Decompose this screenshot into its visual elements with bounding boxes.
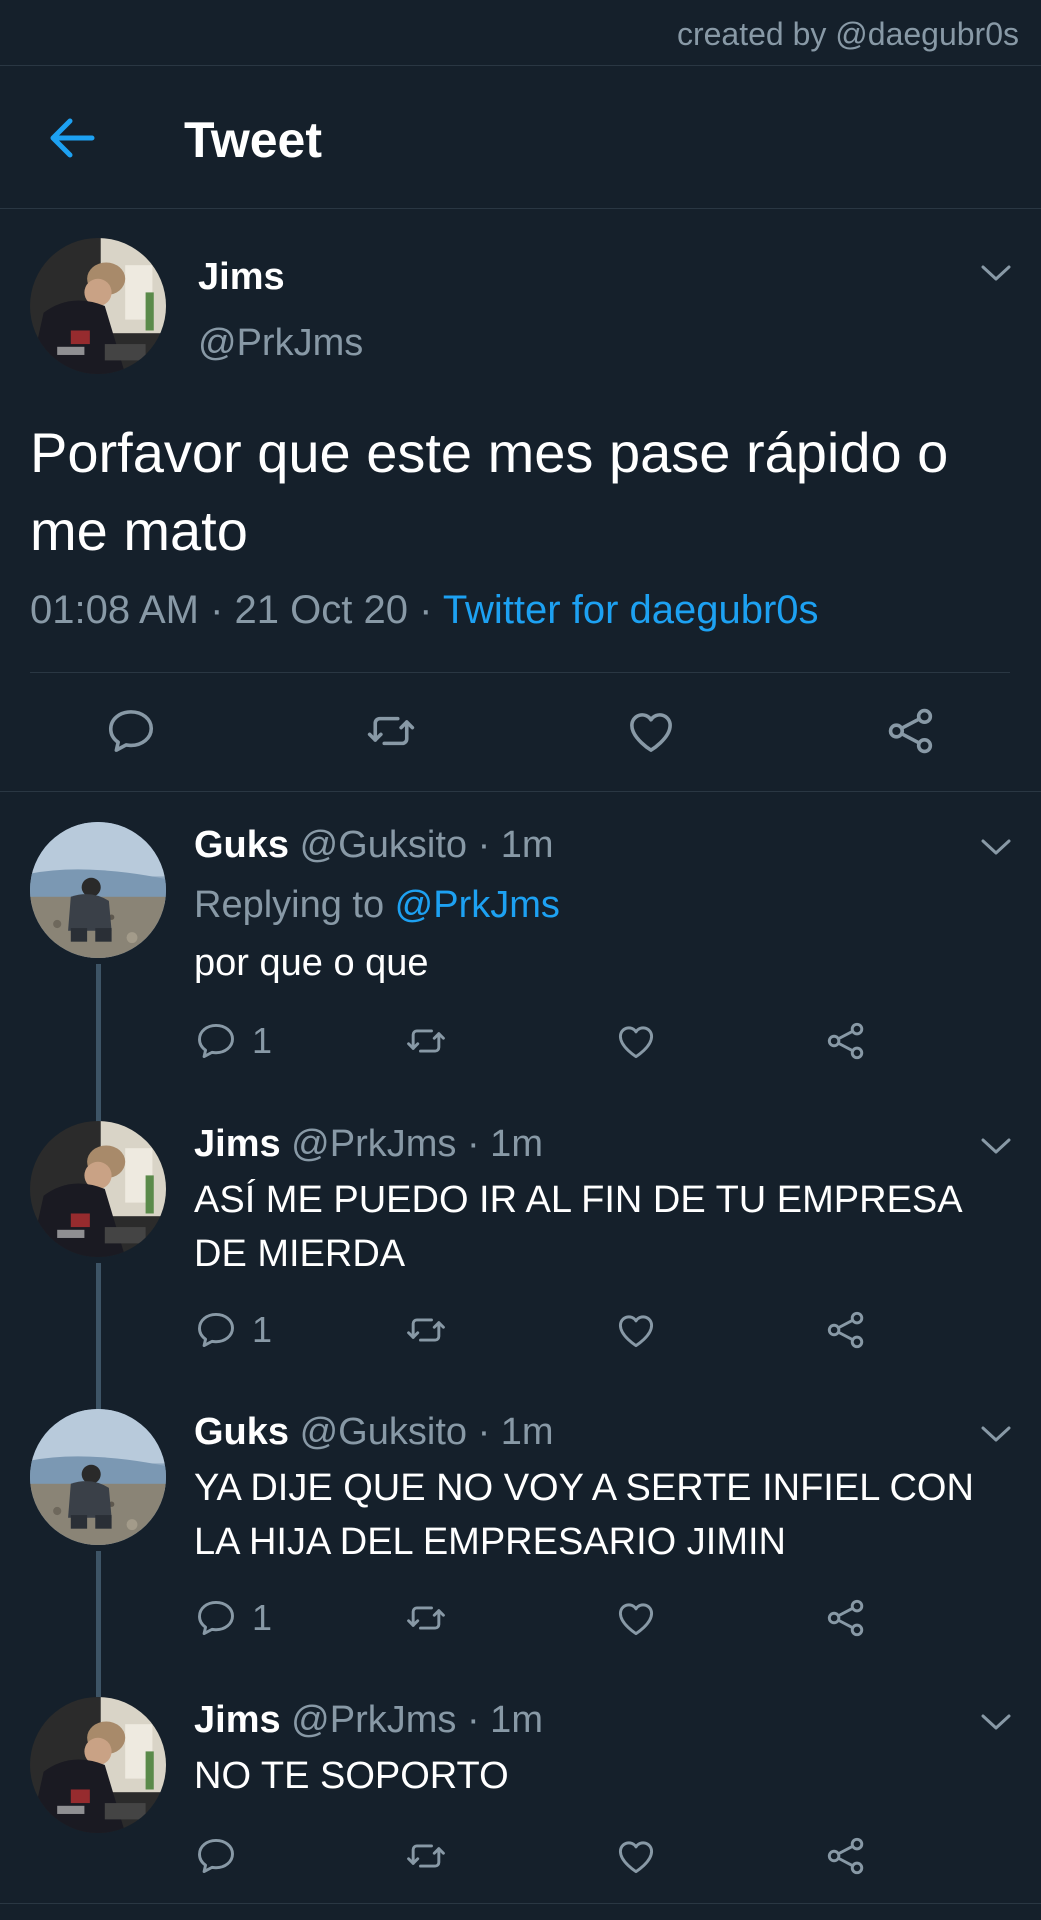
like-icon[interactable]	[624, 704, 678, 758]
author-name[interactable]: Jims	[194, 1699, 281, 1741]
author-handle[interactable]: @PrkJms	[198, 322, 363, 365]
retweet-icon[interactable]	[364, 704, 418, 758]
avatar-image	[30, 1697, 166, 1833]
avatar[interactable]	[30, 238, 166, 374]
tweet-actions: 1	[194, 1307, 894, 1357]
reply-button[interactable]	[194, 1833, 252, 1879]
retweet-button[interactable]	[404, 1018, 448, 1064]
divider	[30, 672, 1010, 673]
share-icon	[824, 1308, 868, 1352]
like-button[interactable]	[614, 1833, 658, 1879]
reply-icon	[194, 1019, 238, 1063]
chevron-down-icon[interactable]	[979, 1423, 1013, 1445]
reply-header: Guks @Guksito · 1m	[194, 1411, 554, 1454]
reply-header: Guks @Guksito · 1m	[194, 824, 554, 867]
mention-link[interactable]: @PrkJms	[395, 884, 560, 926]
avatar-image	[30, 1121, 166, 1257]
author-handle-time: @Guksito · 1m	[289, 824, 554, 866]
reply-icon	[194, 1834, 238, 1878]
author-handle-time: @PrkJms · 1m	[280, 1123, 543, 1165]
reply-count: 1	[252, 1597, 273, 1638]
like-icon	[614, 1308, 658, 1352]
reply-tweet[interactable]: Jims @PrkJms · 1m NO TE SOPORTO	[0, 1697, 1041, 1903]
share-icon	[824, 1019, 868, 1063]
reply-button[interactable]: 1	[194, 1595, 272, 1641]
author-name[interactable]: Guks	[194, 824, 289, 866]
avatar[interactable]	[30, 1409, 166, 1545]
share-button[interactable]	[824, 1018, 868, 1064]
share-icon	[824, 1834, 868, 1878]
replying-prefix: Replying to	[194, 884, 395, 926]
author-name[interactable]: Guks	[194, 1411, 289, 1453]
replying-to: Replying to @PrkJms	[194, 884, 560, 927]
tweet-actions	[194, 1833, 894, 1883]
author-handle-time: @Guksito · 1m	[289, 1411, 554, 1453]
avatar[interactable]	[30, 822, 166, 958]
thread-connector	[96, 1263, 101, 1409]
like-icon	[614, 1834, 658, 1878]
retweet-icon	[404, 1834, 448, 1878]
tweet-text: Porfavor que este mes pase rápido o me m…	[30, 421, 949, 562]
page-title: Tweet	[184, 112, 322, 168]
divider	[0, 1903, 1041, 1904]
reply-button[interactable]: 1	[194, 1018, 272, 1064]
reply-text: por que o que	[194, 942, 429, 984]
retweet-icon	[404, 1596, 448, 1640]
arrow-left-icon[interactable]	[46, 115, 96, 161]
reply-icon	[194, 1308, 238, 1352]
avatar[interactable]	[30, 1121, 166, 1257]
chevron-down-icon[interactable]	[979, 1711, 1013, 1733]
thread-connector	[96, 964, 101, 1132]
tweet-metadata: 01:08 AM · 21 Oct 20 · Twitter for daegu…	[30, 588, 819, 633]
reply-icon[interactable]	[104, 704, 158, 758]
like-icon	[614, 1019, 658, 1063]
author-name[interactable]: Jims	[194, 1123, 281, 1165]
avatar-image	[30, 822, 166, 958]
top-app-bar: Tweet	[0, 67, 1041, 209]
avatar-image	[30, 1409, 166, 1545]
share-button[interactable]	[824, 1833, 868, 1879]
reply-tweet[interactable]: Guks @Guksito · 1m Replying to @PrkJms p…	[0, 822, 1041, 1132]
share-button[interactable]	[824, 1307, 868, 1353]
retweet-button[interactable]	[404, 1833, 448, 1879]
tweet-actions	[0, 704, 1041, 774]
reply-text: YA DIJE QUE NO VOY A SERTE INFIEL CON LA…	[194, 1467, 974, 1563]
avatar-image	[30, 238, 166, 374]
share-icon	[824, 1596, 868, 1640]
retweet-icon	[404, 1019, 448, 1063]
reply-button[interactable]: 1	[194, 1307, 272, 1353]
share-icon[interactable]	[884, 704, 938, 758]
credit-text: created by @daegubr0s	[676, 16, 1019, 52]
chevron-down-icon[interactable]	[979, 262, 1013, 284]
chevron-down-icon[interactable]	[979, 836, 1013, 858]
like-icon	[614, 1596, 658, 1640]
retweet-icon	[404, 1308, 448, 1352]
focused-tweet: Jims @PrkJms Porfavor que este mes pase …	[0, 210, 1041, 792]
like-button[interactable]	[614, 1307, 658, 1353]
like-button[interactable]	[614, 1595, 658, 1641]
chevron-down-icon[interactable]	[979, 1135, 1013, 1157]
share-button[interactable]	[824, 1595, 868, 1641]
avatar[interactable]	[30, 1697, 166, 1833]
reply-count: 1	[252, 1020, 273, 1061]
author-handle-time: @PrkJms · 1m	[280, 1699, 543, 1741]
reply-count: 1	[252, 1309, 273, 1350]
reply-header: Jims @PrkJms · 1m	[194, 1699, 543, 1742]
watermark-bar: created by @daegubr0s	[0, 0, 1041, 66]
reply-tweet[interactable]: Jims @PrkJms · 1m ASÍ ME PUEDO IR AL FIN…	[0, 1121, 1041, 1409]
like-button[interactable]	[614, 1018, 658, 1064]
thread-connector	[96, 1551, 101, 1697]
reply-tweet[interactable]: Guks @Guksito · 1m YA DIJE QUE NO VOY A …	[0, 1409, 1041, 1697]
tweet-actions: 1	[194, 1018, 894, 1068]
reply-icon	[194, 1596, 238, 1640]
retweet-button[interactable]	[404, 1307, 448, 1353]
reply-text: NO TE SOPORTO	[194, 1755, 509, 1797]
tweet-timestamp: 01:08 AM · 21 Oct 20 ·	[30, 588, 443, 632]
reply-header: Jims @PrkJms · 1m	[194, 1123, 543, 1166]
retweet-button[interactable]	[404, 1595, 448, 1641]
author-name[interactable]: Jims	[198, 256, 285, 299]
tweet-source-link[interactable]: Twitter for daegubr0s	[443, 588, 819, 632]
tweet-actions: 1	[194, 1595, 894, 1645]
reply-text: ASÍ ME PUEDO IR AL FIN DE TU EMPRESA DE …	[194, 1179, 961, 1275]
